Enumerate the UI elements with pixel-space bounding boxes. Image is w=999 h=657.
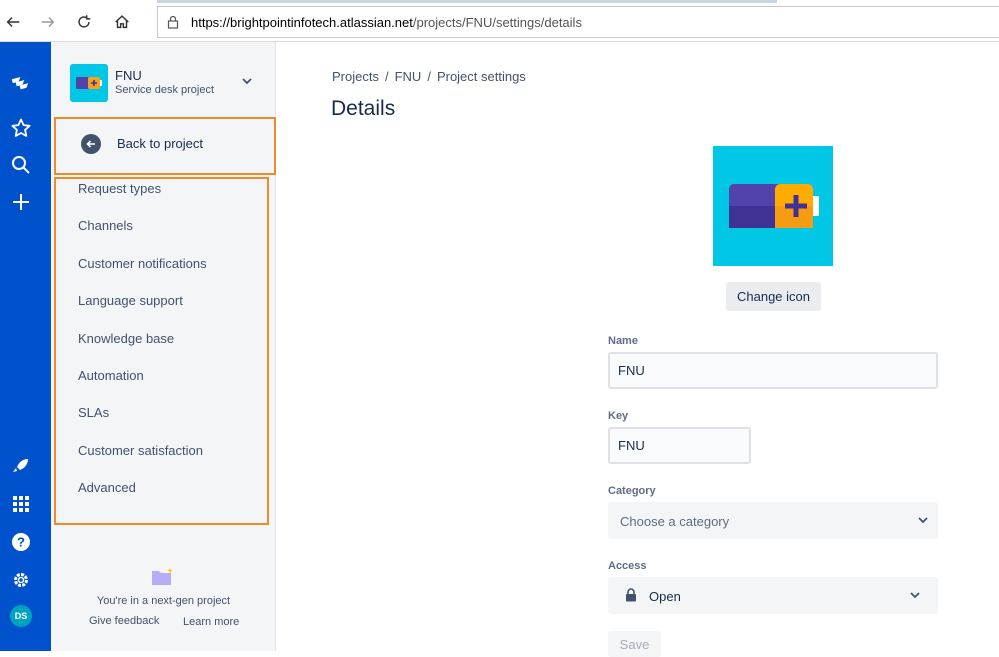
browser-toolbar: https://brightpointinfotech.atlassian.ne… [0, 0, 999, 42]
project-icon-preview [713, 146, 833, 266]
rocket-icon[interactable] [9, 454, 33, 478]
back-to-project-link[interactable]: Back to project [54, 117, 276, 175]
breadcrumb-projects[interactable]: Projects [332, 69, 379, 84]
lock-icon [167, 15, 179, 29]
project-avatar [70, 64, 108, 102]
sidebar-item-slas[interactable]: SLAs [78, 405, 109, 420]
key-label: Key [608, 410, 629, 422]
breadcrumb-fnu[interactable]: FNU [395, 69, 422, 84]
apps-grid-icon[interactable] [9, 492, 33, 516]
project-sidebar: FNU Service desk project Back to project… [51, 42, 276, 651]
tab-strip-edge [157, 0, 777, 3]
global-navigation: ? DS [0, 42, 51, 651]
chevron-down-icon[interactable] [240, 74, 254, 88]
url-text: https://brightpointinfotech.atlassian.ne… [191, 15, 582, 30]
category-placeholder: Choose a category [620, 514, 730, 529]
forward-arrow-icon[interactable] [36, 10, 60, 34]
page-title: Details [331, 97, 396, 120]
breadcrumb: Projects / FNU / Project settings [332, 69, 526, 84]
plus-icon[interactable] [9, 190, 33, 214]
give-feedback-link[interactable]: Give feedback [89, 615, 159, 627]
key-field[interactable]: FNU [608, 427, 751, 464]
access-select[interactable]: Open [608, 577, 938, 614]
help-icon[interactable]: ? [9, 530, 33, 554]
sidebar-item-request-types[interactable]: Request types [78, 181, 161, 196]
name-field[interactable]: FNU [608, 352, 938, 389]
sidebar-item-customer-notifications[interactable]: Customer notifications [78, 256, 207, 271]
change-icon-button[interactable]: Change icon [726, 282, 821, 311]
battery-icon [76, 77, 102, 89]
address-bar[interactable]: https://brightpointinfotech.atlassian.ne… [157, 6, 999, 38]
url-path: /projects/FNU/settings/details [412, 15, 582, 30]
battery-icon [729, 184, 819, 228]
access-label: Access [608, 560, 647, 572]
sidebar-item-channels[interactable]: Channels [78, 218, 133, 233]
category-select[interactable]: Choose a category [608, 502, 938, 539]
search-icon[interactable] [9, 153, 33, 177]
back-arrow-icon [81, 134, 101, 154]
project-type: Service desk project [115, 84, 215, 96]
chevron-down-icon [918, 517, 928, 524]
refresh-icon[interactable] [72, 10, 96, 34]
sidebar-item-advanced[interactable]: Advanced [78, 480, 136, 495]
learn-more-link[interactable]: Learn more [183, 616, 239, 628]
avatar[interactable]: DS [10, 605, 32, 627]
sidebar-item-knowledge-base[interactable]: Knowledge base [78, 331, 174, 346]
sidebar-item-automation[interactable]: Automation [78, 368, 144, 383]
save-button[interactable]: Save [608, 631, 661, 657]
name-label: Name [608, 335, 638, 347]
url-domain: https://brightpointinfotech.atlassian.ne… [191, 15, 413, 30]
breadcrumb-project-settings[interactable]: Project settings [437, 69, 526, 84]
back-to-project-label: Back to project [117, 136, 203, 151]
star-icon[interactable] [9, 116, 33, 140]
next-gen-notice: You're in a next-gen project [96, 595, 231, 607]
sidebar-item-customer-satisfaction[interactable]: Customer satisfaction [78, 443, 203, 458]
jira-logo-icon[interactable] [9, 71, 33, 95]
back-arrow-icon[interactable] [1, 10, 25, 34]
category-label: Category [608, 485, 656, 497]
access-value: Open [649, 589, 681, 604]
chevron-down-icon [910, 592, 920, 599]
svg-text:?: ? [17, 535, 25, 550]
lock-icon [626, 588, 636, 602]
sidebar-item-language-support[interactable]: Language support [78, 293, 183, 308]
gear-icon[interactable] [9, 568, 33, 592]
sparkle-folder-icon [152, 568, 173, 585]
project-name: FNU [115, 68, 142, 83]
home-icon[interactable] [110, 10, 134, 34]
